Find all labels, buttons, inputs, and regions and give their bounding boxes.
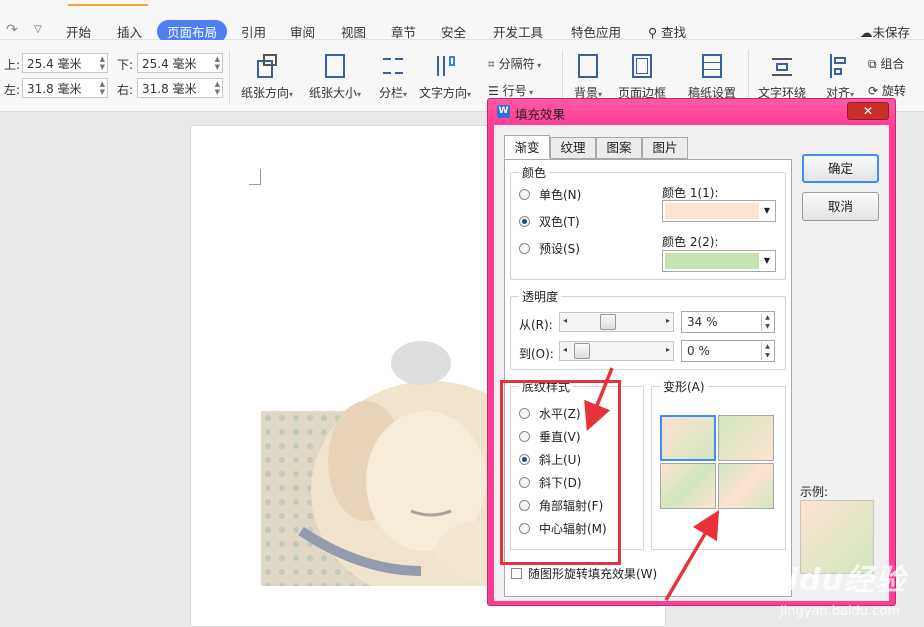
watermark-url: jingyan.baidu.com bbox=[780, 604, 900, 619]
annotation-arrows bbox=[584, 367, 720, 601]
watermark-logo: Baidu经验 bbox=[742, 563, 906, 598]
